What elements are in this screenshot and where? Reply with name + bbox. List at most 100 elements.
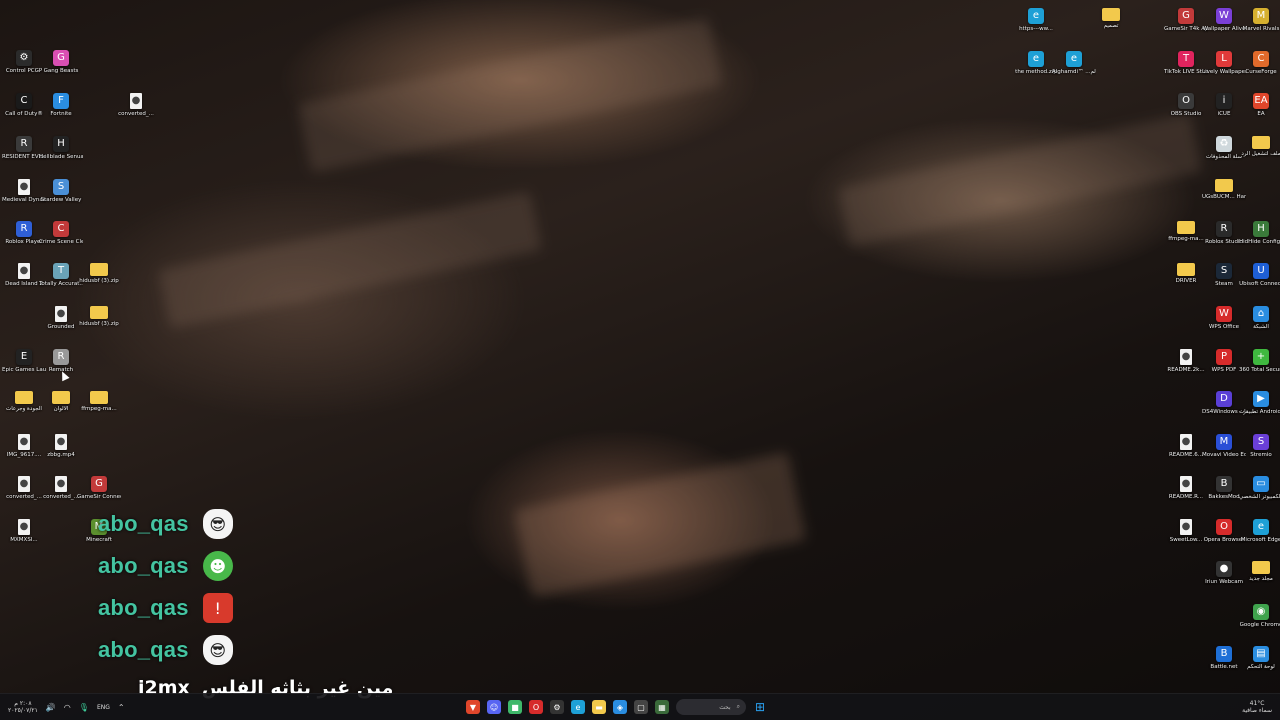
desktop-icon-roblox-studio[interactable]: R Roblox Studio [1204,221,1244,246]
desktop-icon-converted-1[interactable]: ● converted_... [116,93,156,118]
discord-icon[interactable]: ☺ [487,700,501,714]
desktop-icon-readme-2[interactable]: ● README.6... [1166,434,1206,459]
desktop-icon-readme-3[interactable]: ● README.R... [1166,476,1206,501]
desktop-icon-android-apps[interactable]: ▶ تطبيقات Android ع... [1239,391,1280,416]
app-icon: L [1216,51,1232,67]
desktop-icon-label: Gang Beasts [43,68,79,74]
desktop-icon-stremio[interactable]: S Stremio [1241,434,1280,459]
microphone-icon[interactable]: 🎙 [79,703,89,712]
desktop-icon-hidusbf-1[interactable]: hidusbf (3).zip [79,263,119,285]
desktop-icon-mxmxsi[interactable]: ● MXMXSI... [4,519,44,544]
desktop-icon-the-method[interactable]: e the method.zip [1015,51,1057,76]
desktop-icon-obs-studio[interactable]: O OBS Studio [1166,93,1206,118]
desktop-icon-img-file[interactable]: ● IMG_9617.... [4,434,44,459]
desktop-icon-new-folder[interactable]: مجلد جديد [1241,561,1280,583]
desktop-icon-opera[interactable]: O Opera Browser [1204,519,1244,544]
minecraft-widget-icon[interactable]: ▦ [655,700,669,714]
task-view-icon[interactable]: ▢ [634,700,648,714]
desktop-icon-folder-rd[interactable]: ملف لتشغيل الرد [1241,136,1280,158]
desktop-icon-grounded[interactable]: ● Grounded [41,306,81,331]
file-explorer-icon[interactable]: ▬ [592,700,606,714]
store-icon[interactable]: ◈ [613,700,627,714]
app-icon: e [1253,519,1269,535]
desktop-icon-battlenet[interactable]: B Battle.net [1204,646,1244,671]
desktop-icon-gamesir-connect[interactable]: G GameSir Connect [77,476,121,501]
desktop-icon-medieval-dynasty[interactable]: ●Medieval Dynasty [2,179,46,204]
folder-icon [1215,179,1233,192]
desktop-icon-this-pc[interactable]: ▭ هذا الكمبيوتر الشخصي [1239,476,1280,501]
desktop-icon-steam[interactable]: S Steam [1204,263,1244,288]
desktop-icon-sweetlow[interactable]: ● SweetLow... [1166,519,1206,544]
desktop-icon-ubisoft[interactable]: U Ubisoft Connect [1239,263,1280,288]
desktop-icon-360-security[interactable]: +360 Total Security [1239,349,1280,374]
desktop-icon-marvel-rivals[interactable]: M Marvel Rivals [1241,8,1280,33]
desktop-icon-icue[interactable]: i iCUE [1204,93,1244,118]
desktop-icon-crime-scene-cleaner[interactable]: C Crime Scene Cleaner [39,221,83,246]
desktop-icon-resident-evil[interactable]: R RESIDENT EVIL 2 [2,136,46,161]
windows-start-icon[interactable]: ⊞ [753,700,767,714]
desktop-icon-stardew-valley[interactable]: S Stardew Valley [41,179,81,204]
app-icon: H [1253,221,1269,237]
desktop-icon-rematch[interactable]: R Rematch [41,349,81,374]
desktop-icon-zbbg[interactable]: ● zbbg.mp4 [41,434,81,459]
desktop-icon-gamesir-t4k[interactable]: G GameSir T4k App [1164,8,1208,33]
edge-icon[interactable]: e [571,700,585,714]
desktop-icon-hellblade[interactable]: H Hellblade Senua's... [39,136,83,161]
desktop-icon-roblox-player[interactable]: R Roblox Player [4,221,44,246]
desktop-icon-curseforge[interactable]: C CurseForge [1241,51,1280,76]
desktop-icon-folder-design[interactable]: تصميم [1091,8,1131,30]
desktop-icon-fortnite[interactable]: F Fortnite [41,93,81,118]
desktop-icon-converted-3[interactable]: ● converted_... [41,476,81,501]
opera-gx-icon[interactable]: O [529,700,543,714]
desktop-icon-call-of-duty[interactable]: C Call of Duty® [4,93,44,118]
desktop-icon-lively-wallpaper[interactable]: L Lively Wallpaper [1202,51,1246,76]
desktop-icon-folder-ar-2[interactable]: الألوان [41,391,81,413]
desktop-icon-ffmpeg-2[interactable]: ffmpeg-ma... [1166,221,1206,243]
language-indicator[interactable]: ENG [97,704,110,711]
desktop-icon-iriun[interactable]: ● Iriun Webcam [1204,561,1244,586]
desktop-icon-ffmpeg-1[interactable]: ffmpeg-ma... [79,391,119,413]
desktop-icon-folder-ar-1[interactable]: الجودة وجرعات [4,391,44,413]
desktop-icon-wps-office[interactable]: W WPS Office [1204,306,1244,331]
desktop-icon-epic-games[interactable]: EEpic Games Launcher [2,349,46,374]
clock[interactable]: ٢:٠٨ م ٢٠٢٥/٠٧/٢١ [8,700,38,714]
desktop-icon-alghamdi[interactable]: e Alghamdi™ ...الله لم [1052,51,1096,76]
desktop-icon-control-panel[interactable]: ▤ لوحة التحكم [1241,646,1280,671]
desktop-icon-bakkesmod[interactable]: B BakkesMod [1204,476,1244,501]
app-icon: U [1253,263,1269,279]
desktop-icon-label: EA [1257,111,1265,117]
desktop-icon-tiktok-live[interactable]: TTikTok LIVE Studio [1164,51,1208,76]
desktop-icon-ea[interactable]: EA EA [1241,93,1280,118]
desktop-icon-wallpaper-alive[interactable]: W Wallpaper Alive [1203,8,1245,33]
taskbar: ٢:٠٨ م ٢٠٢٥/٠٧/٢١ 🔊 ◠ 🎙 ENG ⌃ ▼ ☺ ■ O ⚙ … [0,693,1280,720]
wifi-icon[interactable]: ◠ [64,703,71,712]
desktop-icon-https-link[interactable]: e https---ww... [1016,8,1056,33]
search-box[interactable]: بحث ⌕ [676,699,746,715]
desktop-icon-movavi[interactable]: MMovavi Video Edit... [1202,434,1246,459]
desktop-icon-control-pcgp[interactable]: ⚙ Control PCGP [4,50,44,75]
desktop-icon-label: Hellblade Senua's... [39,154,83,160]
app-icon[interactable]: ■ [508,700,522,714]
app-icon: W [1216,8,1232,24]
desktop-icon-driver[interactable]: DRIVER [1166,263,1206,285]
desktop-icon-totally-accurate[interactable]: T Totally Accurat... [39,263,83,288]
desktop-icon-dead-island[interactable]: ● Dead Island 2 [4,263,44,288]
volume-icon[interactable]: 🔊 [46,703,56,712]
desktop-icon-ugbucm[interactable]: UGsBUCM... Hana - GLS... [1202,179,1246,201]
settings-gear-icon[interactable]: ⚙ [550,700,564,714]
desktop-icon-network[interactable]: ⌂ الشبكة [1241,306,1280,331]
desktop-icon-wps-pdf[interactable]: P WPS PDF [1204,349,1244,374]
chevron-up-icon[interactable]: ⌃ [118,703,125,712]
desktop-icon-hidusbf-2[interactable]: hidusbf (3).zip [79,306,119,328]
desktop-icon-converted-2[interactable]: ● converted_... [4,476,44,501]
weather-widget[interactable]: 41°C سماء صافية [1242,694,1272,720]
desktop-icon-hidhide[interactable]: H HidHide Configurat... [1239,221,1280,246]
desktop-icon-label: hidusbf (3).zip [79,278,119,284]
desktop-icon-gang-beasts[interactable]: G Gang Beasts [41,50,81,75]
brave-icon[interactable]: ▼ [466,700,480,714]
desktop-icon-edge[interactable]: e Microsoft Edge [1241,519,1280,544]
desktop-icon-chrome[interactable]: ◉ Google Chrome [1240,604,1280,629]
desktop-icon-recycle-bin[interactable]: ♻ سلة المحذوفات [1204,136,1244,161]
desktop-icon-ds4windows[interactable]: DDS4Windows - اختصار [1202,391,1246,416]
desktop-icon-readme-1[interactable]: ● README.2k... [1166,349,1206,374]
